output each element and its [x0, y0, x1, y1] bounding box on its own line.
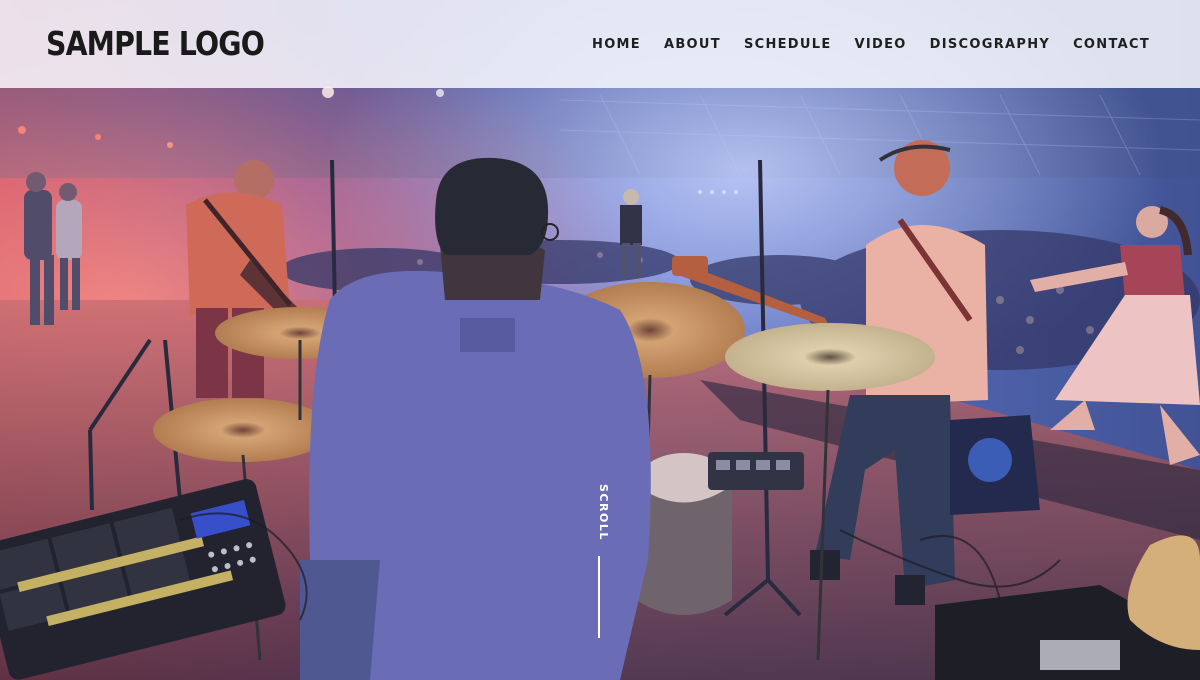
scroll-indicator[interactable]: SCROLL — [590, 484, 610, 644]
nav-schedule[interactable]: SCHEDULE — [744, 37, 832, 52]
scroll-line — [598, 556, 600, 638]
scroll-label: SCROLL — [597, 484, 610, 541]
nav-discography[interactable]: DISCOGRAPHY — [930, 37, 1050, 52]
site-header: SAMPLE LOGO HOME ABOUT SCHEDULE VIDEO DI… — [0, 0, 1200, 88]
nav-about[interactable]: ABOUT — [664, 37, 721, 52]
main-nav: HOME ABOUT SCHEDULE VIDEO DISCOGRAPHY CO… — [569, 37, 1150, 52]
nav-video[interactable]: VIDEO — [855, 37, 907, 52]
hero-section: SAMPLE LOGO HOME ABOUT SCHEDULE VIDEO DI… — [0, 0, 1200, 680]
nav-contact[interactable]: CONTACT — [1073, 37, 1150, 52]
nav-home[interactable]: HOME — [592, 37, 641, 52]
site-logo[interactable]: SAMPLE LOGO — [46, 24, 265, 63]
